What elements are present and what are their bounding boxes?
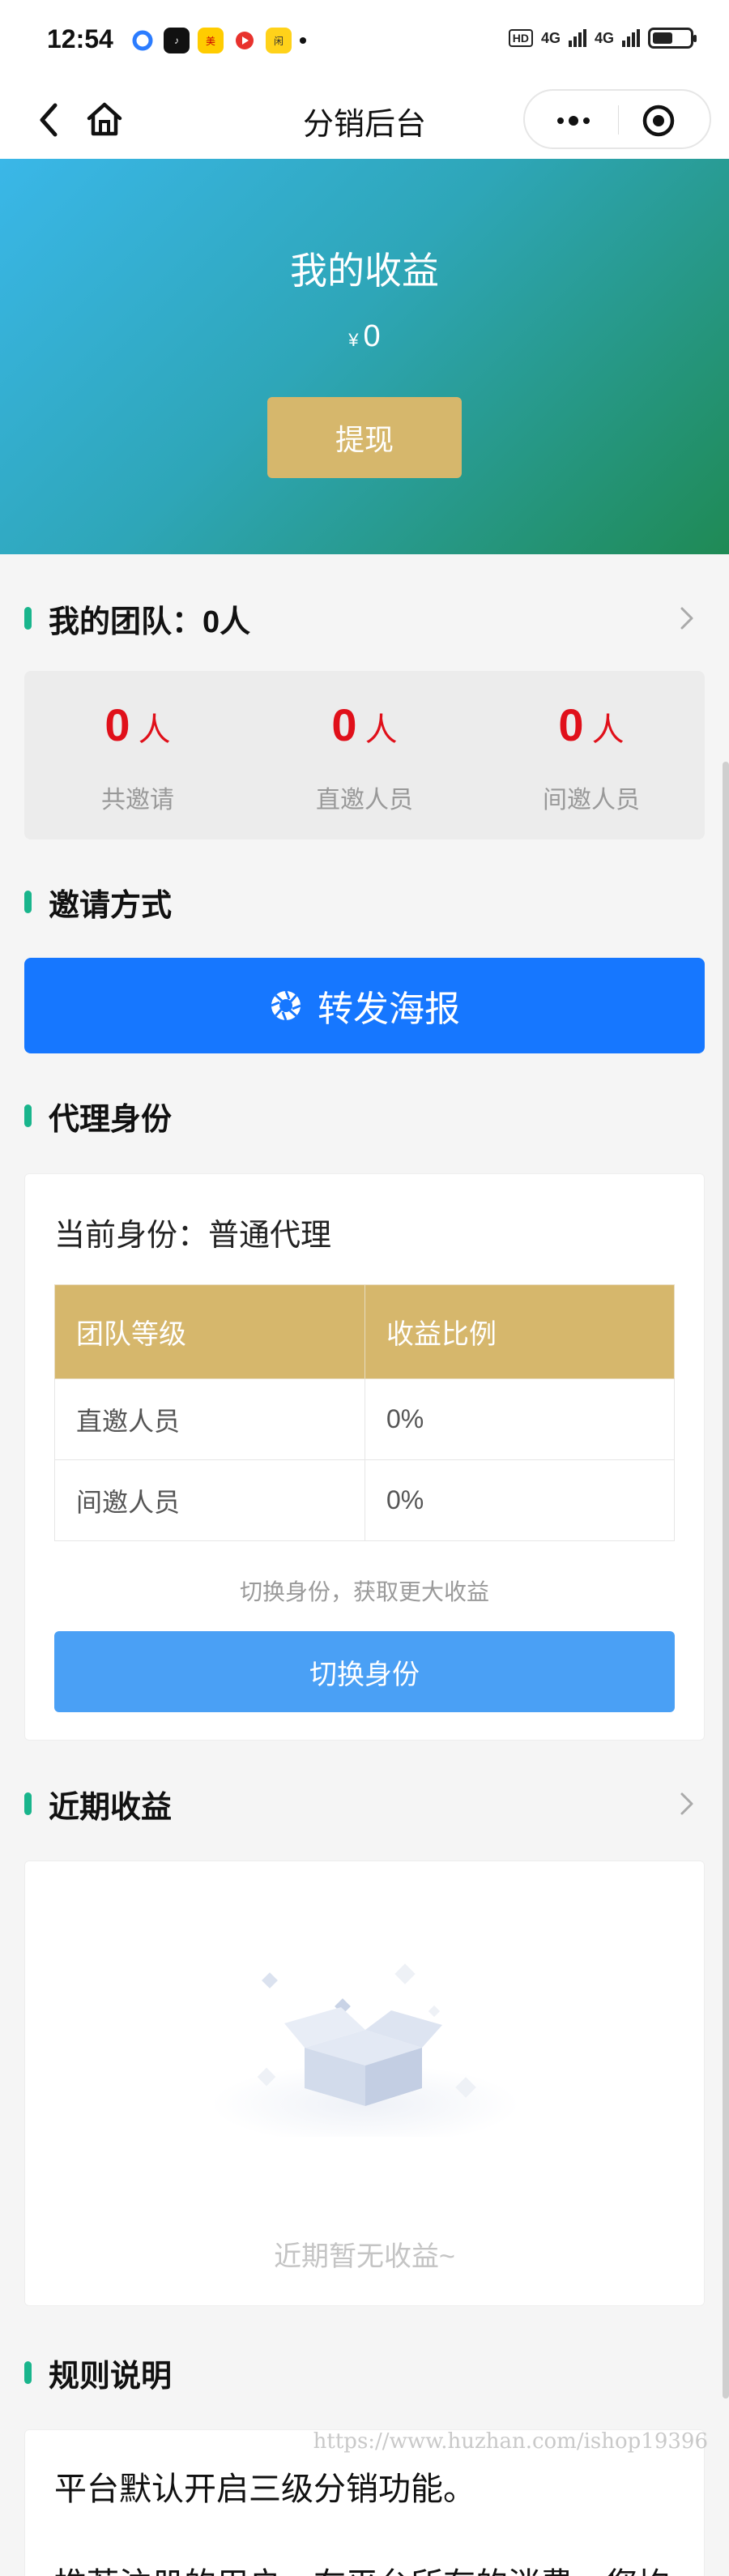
stat-value: 0 <box>558 699 584 750</box>
team-title-label: 我的团队： <box>49 604 203 639</box>
signal-bars-icon <box>568 29 586 47</box>
identity-section-header: 代理身份 <box>0 1083 729 1148</box>
video-app-icon <box>232 28 258 53</box>
stat-label: 共邀请 <box>101 787 174 814</box>
meituan-app-icon: 美 <box>198 28 224 53</box>
current-identity: 当前身份：普通代理 <box>54 1219 332 1253</box>
status-right: HD 4G 4G <box>508 28 697 49</box>
notification-dot-icon <box>300 37 306 44</box>
stat-unit: 人 <box>364 712 398 748</box>
identity-title: 代理身份 <box>49 1102 173 1137</box>
more-icon[interactable] <box>548 107 599 135</box>
table-header-row: 团队等级 收益比例 <box>54 1284 675 1379</box>
stat-unit: 人 <box>591 712 625 748</box>
team-stats-card: 0人 共邀请 0人 直邀人员 0人 间邀人员 <box>24 671 705 839</box>
watermark: https://www.huzhan.com/ishop19396 <box>313 2429 708 2454</box>
section-marker <box>24 607 32 630</box>
aperture-icon <box>271 990 301 1021</box>
signal-1-label: 4G <box>540 29 561 46</box>
invite-section-header: 邀请方式 <box>0 869 729 934</box>
table-row: 直邀人员 0% <box>54 1378 675 1460</box>
section-marker <box>24 2361 32 2384</box>
table-cell: 0% <box>364 1378 675 1460</box>
share-poster-button[interactable]: 转发海报 <box>24 958 705 1053</box>
section-marker <box>24 1104 32 1127</box>
hd-badge: HD <box>508 29 533 47</box>
earnings-banner: 我的收益 ¥0 提现 <box>0 159 729 554</box>
team-title: 我的团队：0人 <box>49 596 250 641</box>
signal-2-label: 4G <box>594 29 614 46</box>
status-bar: 12:54 ♪ 美 闲 HD 4G 4G <box>0 0 729 81</box>
rule-text: 推荐注册的用户，在平台所有的消费，您均 <box>54 2558 670 2576</box>
xianyu-app-icon: 闲 <box>266 28 292 53</box>
invite-title: 邀请方式 <box>49 888 173 923</box>
rules-title: 规则说明 <box>49 2359 173 2394</box>
table-header: 团队等级 <box>54 1284 365 1379</box>
battery-icon <box>648 28 697 49</box>
table-cell: 间邀人员 <box>54 1459 365 1541</box>
recent-section-header[interactable]: 近期收益 <box>0 1771 729 1836</box>
stat-value: 0 <box>104 699 130 750</box>
table-cell: 直邀人员 <box>54 1378 365 1460</box>
chevron-right-icon[interactable] <box>677 1790 697 1818</box>
commission-table: 团队等级 收益比例 直邀人员 0% 间邀人员 0% <box>54 1284 675 1541</box>
table-row: 间邀人员 0% <box>54 1459 675 1541</box>
earnings-amount: ¥0 <box>0 319 729 354</box>
status-app-icons: ♪ 美 闲 <box>130 28 306 53</box>
stat-total-invited: 0人 共邀请 <box>24 671 251 839</box>
team-section-header[interactable]: 我的团队：0人 <box>0 586 729 651</box>
withdraw-button[interactable]: 提现 <box>267 397 462 478</box>
stat-label: 直邀人员 <box>316 787 413 814</box>
earnings-title: 我的收益 <box>290 250 439 292</box>
status-time: 12:54 <box>47 24 113 53</box>
stat-unit: 人 <box>138 712 171 748</box>
section-marker <box>24 1792 32 1815</box>
table-cell: 0% <box>364 1459 675 1541</box>
stat-indirect-invited: 0人 间邀人员 <box>478 671 705 839</box>
section-marker <box>24 891 32 913</box>
mini-program-capsule <box>523 89 711 149</box>
switch-identity-button[interactable]: 切换身份 <box>54 1631 675 1712</box>
switch-identity-hint: 切换身份，获取更大收益 <box>239 1579 489 1604</box>
earnings-value: 0 <box>363 319 381 353</box>
chevron-right-icon[interactable] <box>677 604 697 632</box>
signal-bars-icon <box>622 29 640 47</box>
stat-value: 0 <box>331 699 357 750</box>
team-count: 0人 <box>202 604 251 639</box>
nav-bar: 分销后台 <box>0 81 729 159</box>
tiktok-app-icon: ♪ <box>164 28 190 53</box>
recent-title: 近期收益 <box>49 1790 173 1825</box>
rule-text: 平台默认开启三级分销功能。 <box>54 2471 475 2507</box>
scrollbar[interactable] <box>723 762 729 2399</box>
empty-box-icon <box>211 1963 519 2137</box>
close-target-icon[interactable] <box>640 102 677 139</box>
browser-app-icon <box>130 28 156 53</box>
stat-direct-invited: 0人 直邀人员 <box>251 671 478 839</box>
capsule-divider <box>618 105 619 135</box>
currency-symbol: ¥ <box>348 330 359 350</box>
stat-label: 间邀人员 <box>543 787 640 814</box>
identity-card: 当前身份：普通代理 团队等级 收益比例 直邀人员 0% 间邀人员 0% 切换身份… <box>24 1173 705 1741</box>
rules-section-header: 规则说明 <box>0 2340 729 2405</box>
recent-income-card: 近期暂无收益~ <box>24 1860 705 2306</box>
share-poster-label: 转发海报 <box>318 989 460 1029</box>
table-header: 收益比例 <box>364 1284 675 1379</box>
empty-state-text: 近期暂无收益~ <box>274 2241 455 2272</box>
